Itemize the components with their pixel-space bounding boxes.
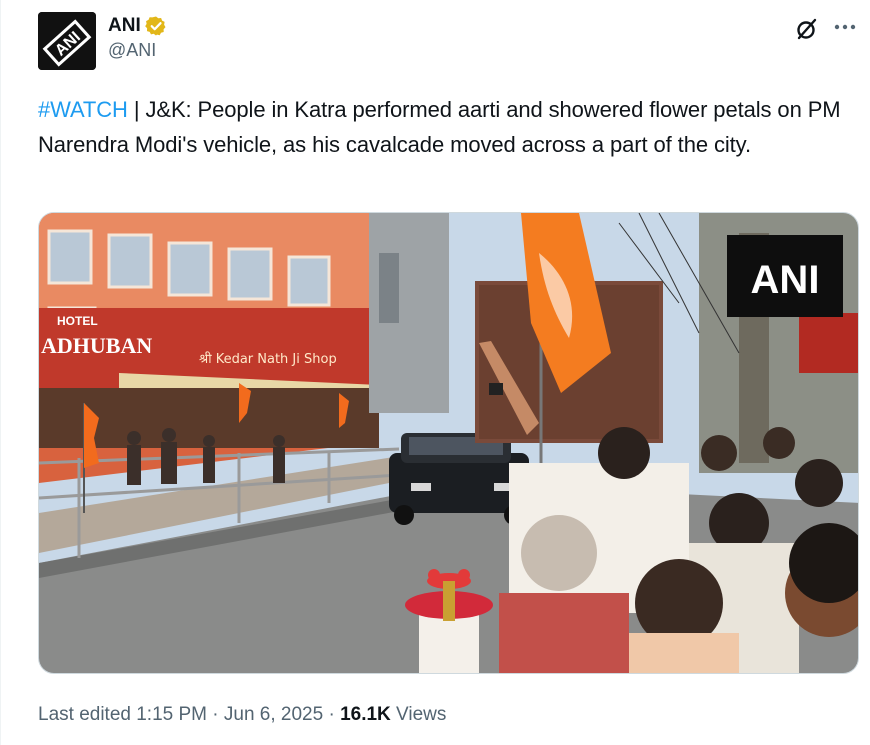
author-display-name[interactable]: ANI [108, 15, 141, 37]
timeline-border [0, 0, 1, 745]
verified-badge-icon [144, 16, 166, 36]
tweet-body: | J&K: People in Katra performed aarti a… [38, 97, 841, 157]
ani-watermark: ANI [751, 258, 820, 302]
tweet-meta: Last edited 1:15 PM · Jun 6, 2025 · 16.1… [38, 704, 446, 726]
tweet-text: #WATCH | J&K: People in Katra performed … [38, 92, 853, 162]
grok-icon[interactable] [794, 16, 820, 42]
views-count: 16.1K [340, 704, 391, 725]
hashtag-link[interactable]: #WATCH [38, 97, 128, 122]
avatar[interactable]: ANI [38, 12, 96, 70]
author-handle[interactable]: @ANI [108, 40, 167, 61]
more-icon[interactable] [832, 14, 858, 40]
author-block: ANI @ANI [108, 14, 167, 61]
video-media[interactable]: HOTEL ADHUBAN श्री Kedar Nath Ji Shop AN… [38, 212, 859, 674]
views-label: Views [390, 704, 447, 725]
hotel-sign-name: ADHUBAN [41, 333, 152, 358]
hotel-sign-small: HOTEL [57, 314, 98, 328]
edited-timestamp[interactable]: Last edited 1:15 PM · Jun 6, 2025 · [38, 704, 340, 725]
shop-sign: श्री Kedar Nath Ji Shop [199, 351, 337, 367]
